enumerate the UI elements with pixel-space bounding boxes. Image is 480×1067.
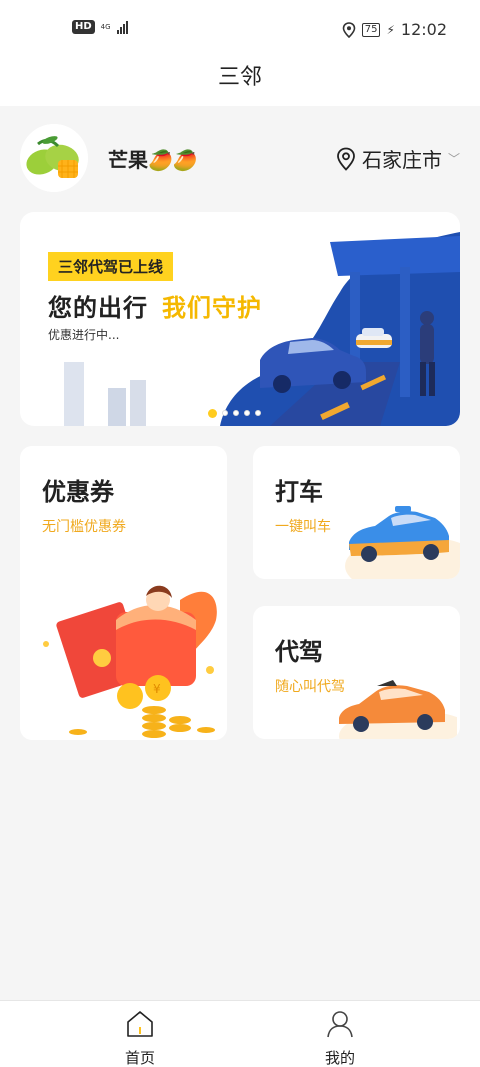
carousel-dot[interactable] xyxy=(255,410,261,416)
taxi-subtitle: 一键叫车 xyxy=(275,519,331,535)
driver-car-illustration xyxy=(339,680,457,739)
banner-headline: 您的出行 我们守护 xyxy=(48,288,262,323)
page-title: 三邻 xyxy=(217,65,262,90)
banner-headline-accent: 我们守护 xyxy=(162,294,262,322)
tab-mine-label: 我的 xyxy=(324,1049,355,1067)
svg-text:¥: ¥ xyxy=(153,682,161,696)
carousel-dot[interactable] xyxy=(244,410,250,416)
mango-avatar-icon xyxy=(20,124,88,192)
network-type: 4G xyxy=(100,22,111,31)
designated-driver-card[interactable]: 代驾 随心叫代驾 xyxy=(253,606,460,739)
taxi-card[interactable]: 打车 一键叫车 xyxy=(253,446,460,579)
bottom-tab-bar: 首页 我的 xyxy=(0,1000,480,1067)
user-icon xyxy=(327,1011,353,1038)
carousel-dot[interactable] xyxy=(233,410,239,416)
banner-headline-main: 您的出行 xyxy=(48,294,148,322)
avatar[interactable] xyxy=(20,124,88,192)
city-label: 石家庄市 xyxy=(361,148,442,172)
status-right: 75 ⚡ 12:02 xyxy=(342,20,447,39)
carousel-dot[interactable] xyxy=(208,409,217,418)
driver-title: 代驾 xyxy=(275,638,323,666)
promo-banner[interactable]: 三邻代驾已上线 您的出行 我们守护 优惠进行中... xyxy=(20,212,460,426)
taxi-title: 打车 xyxy=(275,478,323,506)
battery-icon: 75 xyxy=(361,22,381,37)
home-icon xyxy=(127,1011,153,1037)
coupon-title: 优惠券 xyxy=(42,478,114,506)
tab-home-label: 首页 xyxy=(124,1049,155,1067)
hd-badge: HD xyxy=(72,20,95,34)
coupon-subtitle: 无门槛优惠券 xyxy=(42,519,126,535)
status-left: HD 4G xyxy=(72,20,128,34)
banner-tag: 三邻代驾已上线 xyxy=(48,252,174,281)
username: 芒果🥭🥭 xyxy=(108,148,198,172)
taxi-car-illustration xyxy=(345,506,460,579)
location-icon xyxy=(342,21,356,38)
red-envelope-illustration: ¥ xyxy=(43,585,217,738)
tab-mine[interactable]: 我的 xyxy=(300,1009,380,1067)
title-bar: 三邻 xyxy=(0,56,480,106)
signal-icon xyxy=(116,20,128,34)
charging-icon: ⚡ xyxy=(386,22,395,37)
carousel-dot[interactable] xyxy=(222,410,228,416)
status-bar: HD 4G 75 ⚡ 12:02 xyxy=(0,0,480,56)
tab-home[interactable]: 首页 xyxy=(100,1009,180,1067)
profile-row: 芒果🥭🥭 石家庄市 ﹀ xyxy=(20,124,460,194)
clock: 12:02 xyxy=(400,20,447,39)
banner-subtitle: 优惠进行中... xyxy=(48,328,120,342)
city-selector[interactable]: 石家庄市 ﹀ xyxy=(336,144,460,173)
location-pin-icon xyxy=(337,147,355,171)
chevron-down-icon: ﹀ xyxy=(447,152,460,166)
coupon-card[interactable]: 优惠券 无门槛优惠券 ¥ xyxy=(20,446,227,740)
carousel-dots xyxy=(208,409,261,418)
